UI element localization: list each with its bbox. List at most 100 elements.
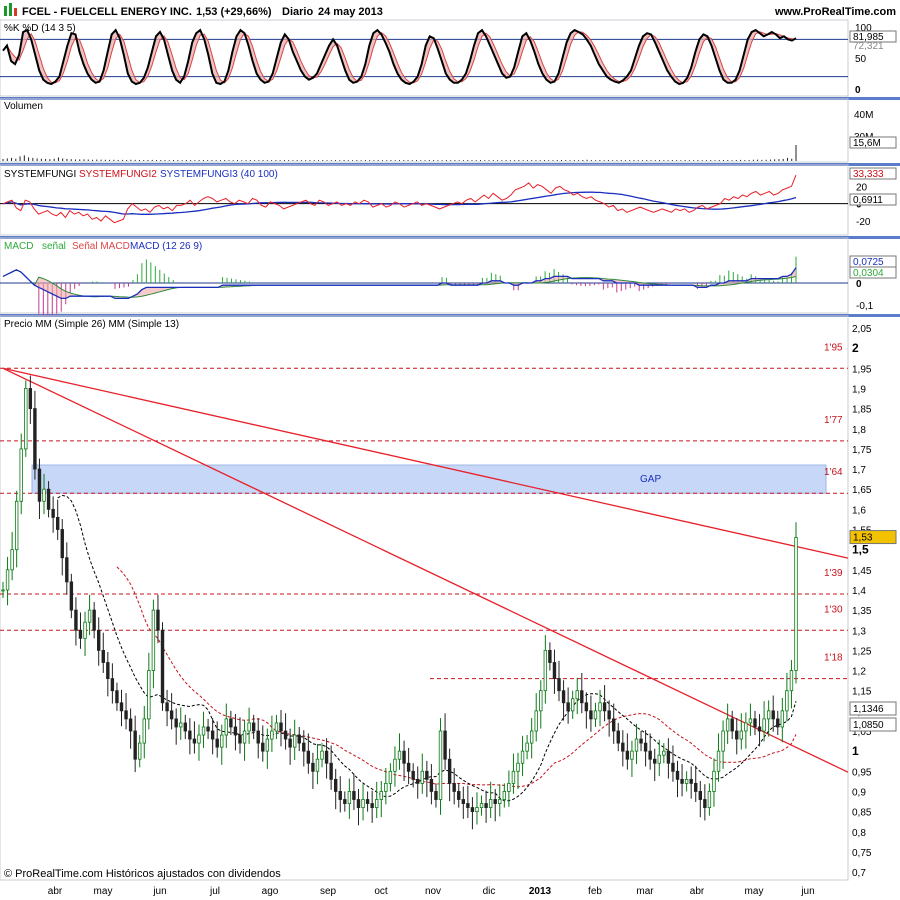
candle-body [92, 609, 96, 631]
stochastic-tick: 0 [855, 85, 861, 96]
candle-body [97, 629, 101, 651]
header-ticker: FCEL - FUELCELL ENERGY INC. [22, 6, 192, 18]
candle-body [324, 750, 329, 764]
candle-body [552, 662, 557, 680]
candle-body [201, 726, 206, 736]
candle-body [302, 742, 306, 752]
candle-body [247, 722, 251, 732]
candle-body [119, 702, 124, 712]
candle-body [785, 690, 789, 712]
candle-body [429, 778, 434, 792]
header-date: 24 may 2013 [318, 6, 383, 18]
candle-body [5, 569, 10, 591]
price-tick: 1,35 [852, 606, 872, 617]
candle-body [479, 803, 484, 808]
candle-body [689, 778, 693, 784]
candle-body [735, 730, 739, 740]
candle-body [589, 710, 593, 720]
price-tick: 0,75 [852, 848, 872, 859]
candle-body [416, 778, 420, 784]
candle-body [602, 702, 607, 712]
candle-body [630, 750, 634, 760]
candle-body [712, 770, 716, 792]
candle-body [771, 710, 775, 720]
candle-body [388, 770, 393, 784]
candle-body [393, 758, 397, 772]
date-tick: jul [209, 886, 220, 897]
candle-body [680, 778, 684, 784]
candle-body [110, 678, 115, 692]
date-tick: feb [588, 886, 602, 897]
price-tick: 0,85 [852, 808, 872, 819]
candle-body [561, 690, 566, 704]
level-label: 1'30 [824, 604, 843, 615]
candle-body [425, 770, 429, 780]
candle-body [33, 408, 37, 470]
systemfungi-last-value: 33,333 [853, 169, 884, 180]
candle-body [671, 762, 675, 772]
price-tick: 1,9 [852, 384, 866, 395]
candle-body [438, 730, 443, 800]
candle-body [375, 799, 379, 808]
candle-body [356, 799, 361, 808]
candle-body [65, 557, 69, 583]
candle-body [698, 791, 702, 800]
candle-body [753, 718, 757, 728]
candle-body [106, 662, 110, 680]
macd-tick: 0 [856, 279, 862, 290]
candle-body [352, 791, 356, 800]
candle-body [74, 609, 78, 631]
candle-body [420, 770, 424, 784]
candle-body [206, 726, 210, 732]
candle-body [87, 609, 92, 623]
candle-body [402, 750, 406, 764]
candle-body [128, 718, 133, 732]
level-label: 1'39 [824, 568, 843, 579]
candle-body [224, 718, 229, 736]
candle-body [639, 738, 643, 744]
candle-body [292, 734, 297, 748]
price-tick: 0,8 [852, 828, 866, 839]
candle-body [288, 738, 292, 748]
level-label: 1'18 [824, 653, 843, 664]
candle-body [46, 488, 51, 510]
candle-body [648, 750, 652, 760]
candle-body [776, 718, 780, 728]
candle-body [297, 734, 301, 744]
price-tick: 1 [852, 744, 859, 758]
date-tick: nov [425, 886, 441, 897]
candle-body [270, 730, 274, 740]
candle-body [115, 690, 119, 704]
candle-body [265, 738, 270, 752]
candle-body [274, 722, 279, 732]
candle-body [525, 742, 529, 752]
candle-body [142, 718, 146, 744]
price-tick: 1,75 [852, 445, 872, 456]
candle-body [684, 778, 689, 784]
candle-body [151, 609, 156, 671]
date-tick: jun [152, 886, 166, 897]
candle-body [539, 690, 543, 712]
candle-body [261, 742, 265, 752]
candle-body [343, 799, 347, 804]
candle-body [1, 589, 5, 592]
volume-title: Volumen [4, 101, 43, 112]
candle-body [721, 730, 725, 752]
candle-body [621, 742, 625, 752]
candle-body [703, 799, 707, 808]
price-tick: 1,15 [852, 687, 872, 698]
price-tag-label: 1,53 [853, 533, 873, 544]
level-label: 1'95 [824, 342, 843, 353]
price-tag-label: 1,0850 [853, 720, 884, 731]
candle-body [338, 791, 342, 800]
candle-body [229, 718, 233, 728]
candle-body [725, 718, 730, 732]
candle-body [347, 791, 352, 804]
macd-title: señal [42, 241, 66, 252]
price-tag-label: 1,1346 [853, 704, 884, 715]
candle-body [502, 791, 507, 800]
candle-body [329, 762, 333, 780]
candle-body [160, 629, 165, 704]
candle-body [51, 508, 55, 518]
date-tick: abr [690, 886, 705, 897]
